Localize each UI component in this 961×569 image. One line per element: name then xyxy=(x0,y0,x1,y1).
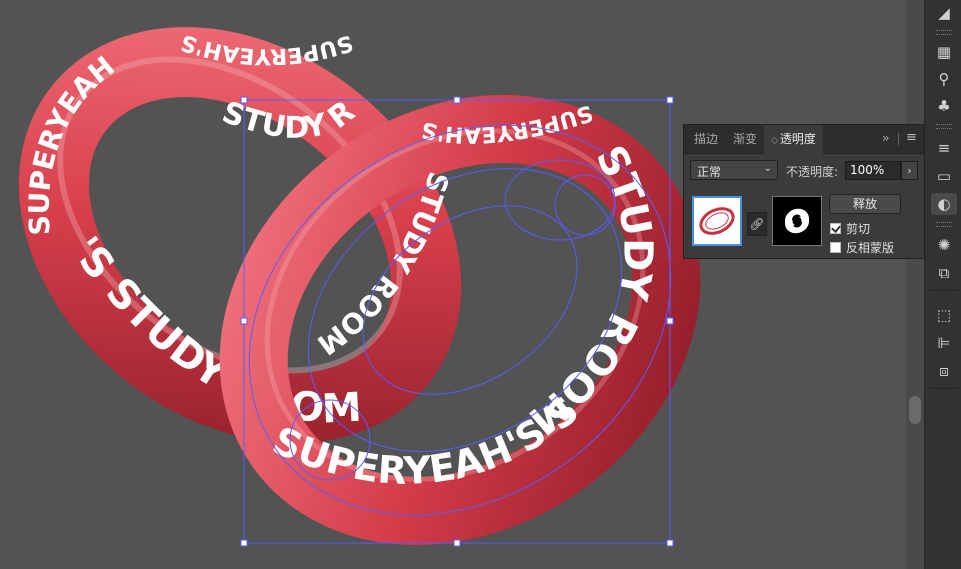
transform-panel-icon[interactable]: ⬚ xyxy=(931,304,957,326)
link-mask-icon[interactable]: 🔗︎ xyxy=(747,212,767,236)
stroke-panel-icon[interactable]: ≡ xyxy=(931,137,957,159)
artwork-thumbnail[interactable] xyxy=(692,196,742,246)
dock-separator xyxy=(929,388,959,389)
opacity-stepper-icon[interactable]: › xyxy=(901,161,918,180)
blend-mode-select[interactable]: 正常 ⌄ xyxy=(690,160,778,180)
mask-shape-icon xyxy=(784,208,810,234)
clip-label: 剪切 xyxy=(846,221,871,236)
tab-stroke[interactable]: 描边 xyxy=(687,125,725,153)
release-button[interactable]: 释放 xyxy=(829,194,901,214)
opacity-mask-thumbnail[interactable] xyxy=(772,196,822,246)
opacity-label: 不透明度: xyxy=(786,165,839,179)
symbols-panel-icon[interactable]: ♣ xyxy=(931,95,957,117)
clip-checkbox[interactable] xyxy=(830,222,841,234)
transparency-panel: 描边 渐变 ◇ 透明度 ›› ≡ 正常 ⌄ 不透明度: 100% › 🔗︎ 释放 … xyxy=(683,124,925,259)
ring-thumbnail-icon xyxy=(699,207,735,235)
blend-mode-value: 正常 xyxy=(697,165,722,179)
tab-divider xyxy=(898,133,899,145)
invert-mask-checkbox[interactable] xyxy=(830,241,841,253)
graphic-styles-icon[interactable]: ⧉ xyxy=(931,262,957,284)
handle-top-left xyxy=(240,96,248,104)
artboard-canvas[interactable]: 'S STUDY ROOM SUPERYEAH SUPERYEAH'S STUD… xyxy=(0,0,906,569)
handle-bottom-left xyxy=(240,539,248,547)
tab-arrow-icon: ◇ xyxy=(771,136,778,146)
transparency-panel-icon[interactable]: ◐ xyxy=(931,193,957,215)
dock-grip[interactable] xyxy=(936,30,952,35)
handle-bottom-center xyxy=(453,539,461,547)
dock-grip[interactable] xyxy=(936,124,952,129)
invert-mask-checkbox-row[interactable]: 反相蒙版 xyxy=(830,239,894,255)
swatches-panel-icon[interactable]: ▦ xyxy=(931,41,957,63)
handle-middle-right xyxy=(666,317,674,325)
panel-tab-bar: 描边 渐变 ◇ 透明度 ›› ≡ xyxy=(684,125,924,154)
opacity-input[interactable]: 100% xyxy=(845,161,901,180)
panel-menu-icon[interactable]: ≡ xyxy=(906,130,917,145)
handle-bottom-right xyxy=(666,539,674,547)
appearance-panel-icon[interactable]: ✺ xyxy=(931,234,957,256)
align-panel-icon[interactable]: ⊫ xyxy=(931,332,957,354)
gradient-swatch-icon[interactable]: ▭ xyxy=(931,165,957,187)
tab-transparency[interactable]: ◇ 透明度 xyxy=(764,125,823,154)
panel-dock: ◢ ▦ ⚲ ♣ ≡ ▭ ◐ ✺ ⧉ ⬚ ⊫ ⧈ xyxy=(924,0,961,569)
handle-middle-left xyxy=(240,317,248,325)
dock-grip[interactable] xyxy=(936,222,952,227)
scrollbar-thumb[interactable] xyxy=(909,396,921,424)
clip-checkbox-row[interactable]: 剪切 xyxy=(830,220,870,236)
gradient-panel-icon[interactable]: ◢ xyxy=(931,2,957,24)
pathfinder-panel-icon[interactable]: ⧈ xyxy=(931,360,957,382)
handle-top-center xyxy=(453,96,461,104)
handle-top-right xyxy=(666,96,674,104)
collapse-icon[interactable]: ›› xyxy=(882,131,889,145)
dock-separator xyxy=(929,290,959,291)
brushes-panel-icon[interactable]: ⚲ xyxy=(931,68,957,90)
invert-mask-label: 反相蒙版 xyxy=(846,240,895,255)
artwork[interactable]: 'S STUDY ROOM SUPERYEAH SUPERYEAH'S STUD… xyxy=(0,0,906,569)
chevron-down-icon: ⌄ xyxy=(763,163,772,174)
tab-gradient[interactable]: 渐变 xyxy=(726,125,764,153)
vertical-scrollbar[interactable] xyxy=(906,0,924,569)
